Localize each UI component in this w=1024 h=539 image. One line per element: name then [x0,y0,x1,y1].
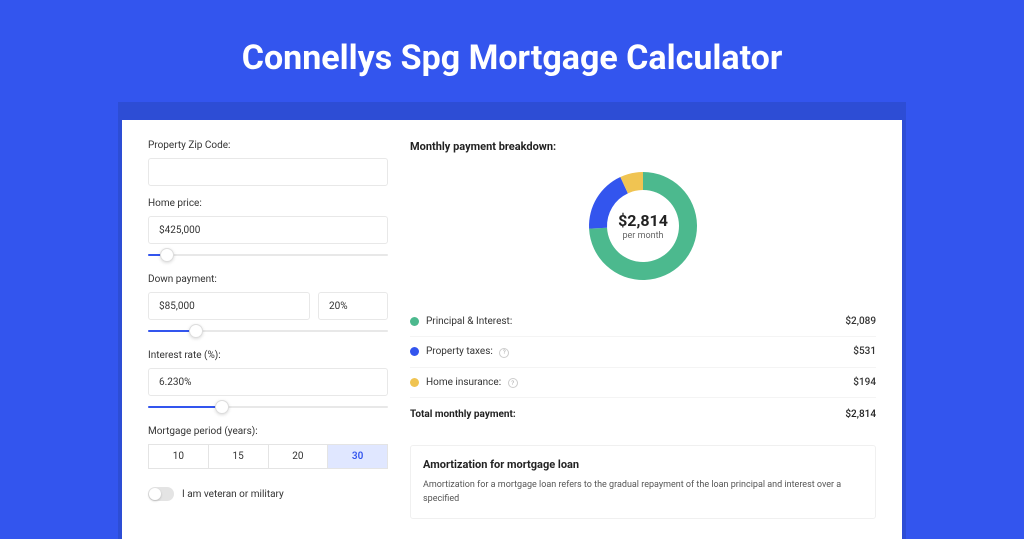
down-pct-input[interactable] [318,292,388,320]
rate-slider[interactable] [148,400,388,414]
veteran-label: I am veteran or military [182,489,284,500]
period-label: Mortgage period (years): [148,426,388,437]
row-value: $531 [853,346,876,357]
row-value: $194 [853,377,876,388]
veteran-toggle[interactable] [148,487,174,501]
price-input[interactable] [148,216,388,244]
row-label: Home insurance: ? [426,377,853,389]
info-icon[interactable]: ? [499,348,509,358]
down-slider[interactable] [148,324,388,338]
rate-label: Interest rate (%): [148,350,388,361]
down-amount-input[interactable] [148,292,310,320]
legend-dot [410,317,419,326]
breakdown-row: Home insurance: ?$194 [410,368,876,399]
zip-label: Property Zip Code: [148,140,388,151]
breakdown-row: Property taxes: ?$531 [410,337,876,368]
legend-dot [410,347,419,356]
breakdown-panel: Monthly payment breakdown: $2,814 per mo… [410,140,876,519]
info-icon[interactable]: ? [508,378,518,388]
zip-input[interactable] [148,158,388,186]
row-label: Property taxes: ? [426,346,853,358]
price-slider[interactable] [148,248,388,262]
row-value: $2,089 [845,316,876,327]
calculator-card: Property Zip Code: Home price: Down paym… [122,120,902,539]
rate-input[interactable] [148,368,388,396]
legend-dot [410,378,419,387]
down-label: Down payment: [148,274,388,285]
amortization-box: Amortization for mortgage loan Amortizat… [410,445,876,519]
donut-chart: $2,814 per month [580,163,706,289]
amortization-text: Amortization for a mortgage loan refers … [423,479,863,506]
total-value: $2,814 [845,409,876,420]
donut-total: $2,814 [618,211,668,230]
breakdown-title: Monthly payment breakdown: [410,140,876,153]
row-label: Principal & Interest: [426,316,845,327]
breakdown-row: Principal & Interest:$2,089 [410,307,876,337]
page-title: Connellys Spg Mortgage Calculator [0,0,1024,102]
total-label: Total monthly payment: [410,409,845,420]
period-10[interactable]: 10 [148,444,209,469]
card-outer: Property Zip Code: Home price: Down paym… [118,102,906,539]
price-label: Home price: [148,198,388,209]
period-20[interactable]: 20 [269,444,329,469]
period-30[interactable]: 30 [328,444,388,469]
period-buttons: 10152030 [148,444,388,469]
donut-sub: per month [622,231,663,241]
amortization-title: Amortization for mortgage loan [423,458,863,471]
period-15[interactable]: 15 [209,444,269,469]
inputs-panel: Property Zip Code: Home price: Down paym… [148,140,388,519]
